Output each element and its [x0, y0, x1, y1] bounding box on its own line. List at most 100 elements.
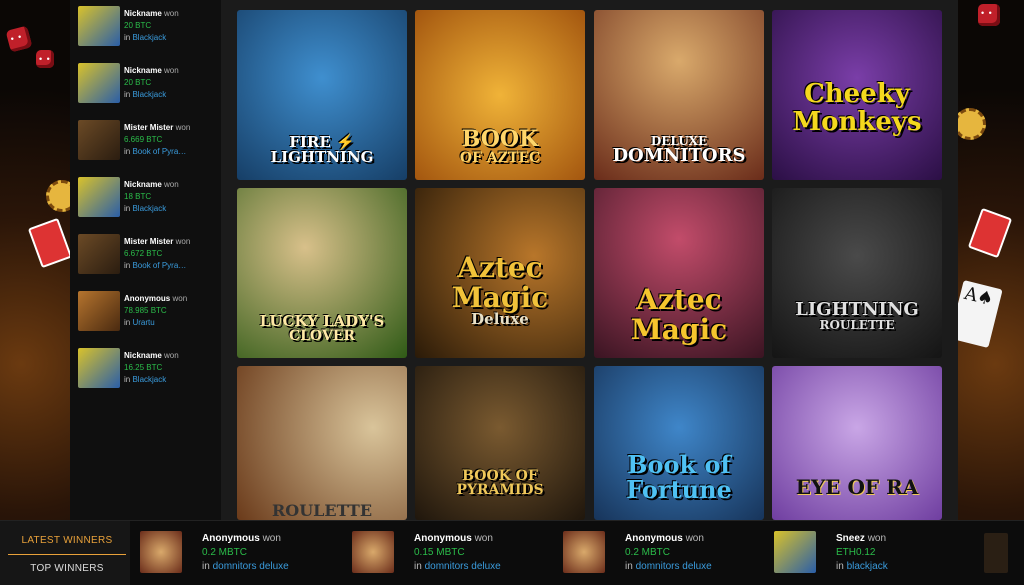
winner-info: Sneez won ETH0.12 in blackjack [836, 532, 888, 574]
tab-latest-winners[interactable]: LATEST WINNERS [8, 535, 126, 555]
ticker-winner-item[interactable]: Anonymous won 0.2 MBTC in domnitors delu… [140, 531, 340, 575]
dice-icon [36, 50, 54, 68]
game-link[interactable]: domnitors deluxe [213, 561, 289, 572]
win-amount: 20 BTC [124, 21, 152, 30]
game-title: Book of Fortune [626, 449, 732, 504]
won-label: won [474, 533, 493, 544]
won-label: won [164, 180, 179, 189]
sidebar-winner-item[interactable]: Nickname won 18 BTC in Blackjack [78, 173, 220, 217]
in-label: in [202, 561, 210, 572]
in-label: in [124, 90, 131, 99]
win-amount: 20 BTC [124, 78, 152, 87]
winner-info: Anonymous won 0.2 MBTC in domnitors delu… [625, 532, 712, 574]
winner-info: Anonymous won 0.2 MBTC in domnitors delu… [202, 532, 289, 574]
game-tile-lucky-ladys-clover[interactable]: LUCKY LADY'S CLOVER [237, 188, 407, 358]
winner-info: Mister Mister won 6.672 BTC in Book of P… [124, 236, 224, 272]
win-amount: 16.25 BTC [124, 363, 163, 372]
dice-icon [978, 4, 1000, 26]
win-amount: 6.669 BTC [124, 135, 163, 144]
game-thumbnail[interactable] [78, 120, 120, 160]
winner-info: Nickname won 20 BTC in Blackjack [124, 8, 224, 44]
win-amount: 78.985 BTC [124, 306, 167, 315]
winner-name: Anonymous [202, 533, 260, 544]
game-thumbnail[interactable] [78, 6, 120, 46]
game-link[interactable]: domnitors deluxe [636, 561, 712, 572]
won-label: won [164, 351, 179, 360]
game-tile-aztec-magic-deluxe[interactable]: Aztec Magic Deluxe [415, 188, 585, 358]
sidebar-winner-item[interactable]: Mister Mister won 6.669 BTC in Book of P… [78, 116, 220, 160]
game-title: LUCKY LADY'S CLOVER [259, 311, 385, 345]
game-thumbnail[interactable] [774, 531, 816, 573]
game-link[interactable]: domnitors deluxe [425, 561, 501, 572]
sidebar-winner-item[interactable]: Anonymous won 78.985 BTC in Urartu [78, 287, 220, 331]
sidebar-winner-item[interactable]: Nickname won 20 BTC in Blackjack [78, 59, 220, 103]
game-tile-book-of-fortune[interactable]: Book of Fortune [594, 366, 764, 520]
game-thumbnail[interactable] [78, 63, 120, 103]
game-link[interactable]: Blackjack [132, 375, 166, 384]
game-tile-lightning-roulette[interactable]: LIGHTNING ROULETTE [772, 188, 942, 358]
winner-name: Nickname [124, 9, 162, 18]
game-link[interactable]: Blackjack [132, 33, 166, 42]
sidebar-winner-item[interactable]: Nickname won 20 BTC in Blackjack [78, 2, 220, 46]
game-thumbnail[interactable] [78, 291, 120, 331]
in-label: in [124, 147, 131, 156]
winner-name: Mister Mister [124, 237, 174, 246]
game-link[interactable]: Blackjack [132, 204, 166, 213]
won-label: won [175, 123, 191, 132]
game-title: Cheeky Monkeys [792, 79, 922, 137]
winner-info: Anonymous won 78.985 BTC in Urartu [124, 293, 224, 329]
casino-chip-icon [954, 108, 986, 140]
game-thumbnail[interactable] [563, 531, 605, 573]
game-tile-aztec-magic[interactable]: Aztec Magic [594, 188, 764, 358]
game-thumbnail[interactable] [140, 531, 182, 573]
winner-name: Anonymous [625, 533, 683, 544]
win-amount: ETH0.12 [836, 547, 876, 558]
game-link[interactable]: Book of Pyra… [132, 261, 186, 270]
game-tile-roulette[interactable]: ROULETTE [237, 366, 407, 520]
background-right-decoration: A♠ [949, 0, 1024, 520]
playing-card-icon [967, 207, 1013, 259]
win-amount: 0.2 MBTC [202, 547, 248, 558]
ticker-winner-item[interactable]: Anonymous won 0.2 MBTC in domnitors delu… [563, 531, 763, 575]
game-title: DELUXE DOMNITORS [612, 133, 746, 167]
game-thumbnail[interactable] [352, 531, 394, 573]
ticker-winner-item[interactable]: Sneez won ETH0.12 in blackjack [774, 531, 974, 575]
winners-ticker-bar: LATEST WINNERS TOP WINNERS Anonymous won… [0, 520, 1024, 585]
game-link[interactable]: Blackjack [132, 90, 166, 99]
tab-top-winners[interactable]: TOP WINNERS [8, 563, 126, 574]
game-tile-fire-lightning[interactable]: FIRE ⚡ LIGHTNING [237, 10, 407, 180]
game-title: Aztec Magic [630, 283, 728, 346]
game-tile-book-of-aztec[interactable]: BOOK OF AZTEC [415, 10, 585, 180]
game-tile-book-of-pyramids[interactable]: BOOK OF PYRAMIDS [415, 366, 585, 520]
won-label: won [262, 533, 281, 544]
game-thumbnail[interactable] [78, 348, 120, 388]
winner-name: Nickname [124, 180, 162, 189]
background-left-decoration [0, 0, 78, 520]
won-label: won [172, 294, 188, 303]
sidebar-winner-item[interactable]: Nickname won 16.25 BTC in Blackjack [78, 344, 220, 388]
dice-icon [5, 25, 33, 53]
in-label: in [124, 261, 131, 270]
ticker-next-thumbnail[interactable] [984, 533, 1008, 573]
ticker-winner-item[interactable]: Anonymous won 0.15 MBTC in domnitors del… [352, 531, 552, 575]
game-tile-cheeky-monkeys[interactable]: Cheeky Monkeys [772, 10, 942, 180]
in-label: in [124, 33, 131, 42]
in-label: in [124, 318, 131, 327]
won-label: won [164, 66, 179, 75]
game-link[interactable]: blackjack [847, 561, 888, 572]
game-title: BOOK OF PYRAMIDS [456, 467, 544, 499]
game-thumbnail[interactable] [78, 234, 120, 274]
game-title: Aztec Magic Deluxe [451, 251, 549, 329]
winner-name: Sneez [836, 533, 865, 544]
winner-info: Anonymous won 0.15 MBTC in domnitors del… [414, 532, 501, 574]
in-label: in [414, 561, 422, 572]
game-title: BOOK OF AZTEC [459, 126, 541, 167]
game-link[interactable]: Urartu [132, 318, 154, 327]
sidebar-winner-item[interactable]: Mister Mister won 6.672 BTC in Book of P… [78, 230, 220, 274]
game-tile-eye-of-ra[interactable]: EYE OF RA [772, 366, 942, 520]
game-link[interactable]: Book of Pyra… [132, 147, 186, 156]
game-title: ROULETTE [271, 501, 373, 520]
game-title: LIGHTNING ROULETTE [795, 298, 919, 333]
game-thumbnail[interactable] [78, 177, 120, 217]
game-tile-deluxe-domnitors[interactable]: DELUXE DOMNITORS [594, 10, 764, 180]
